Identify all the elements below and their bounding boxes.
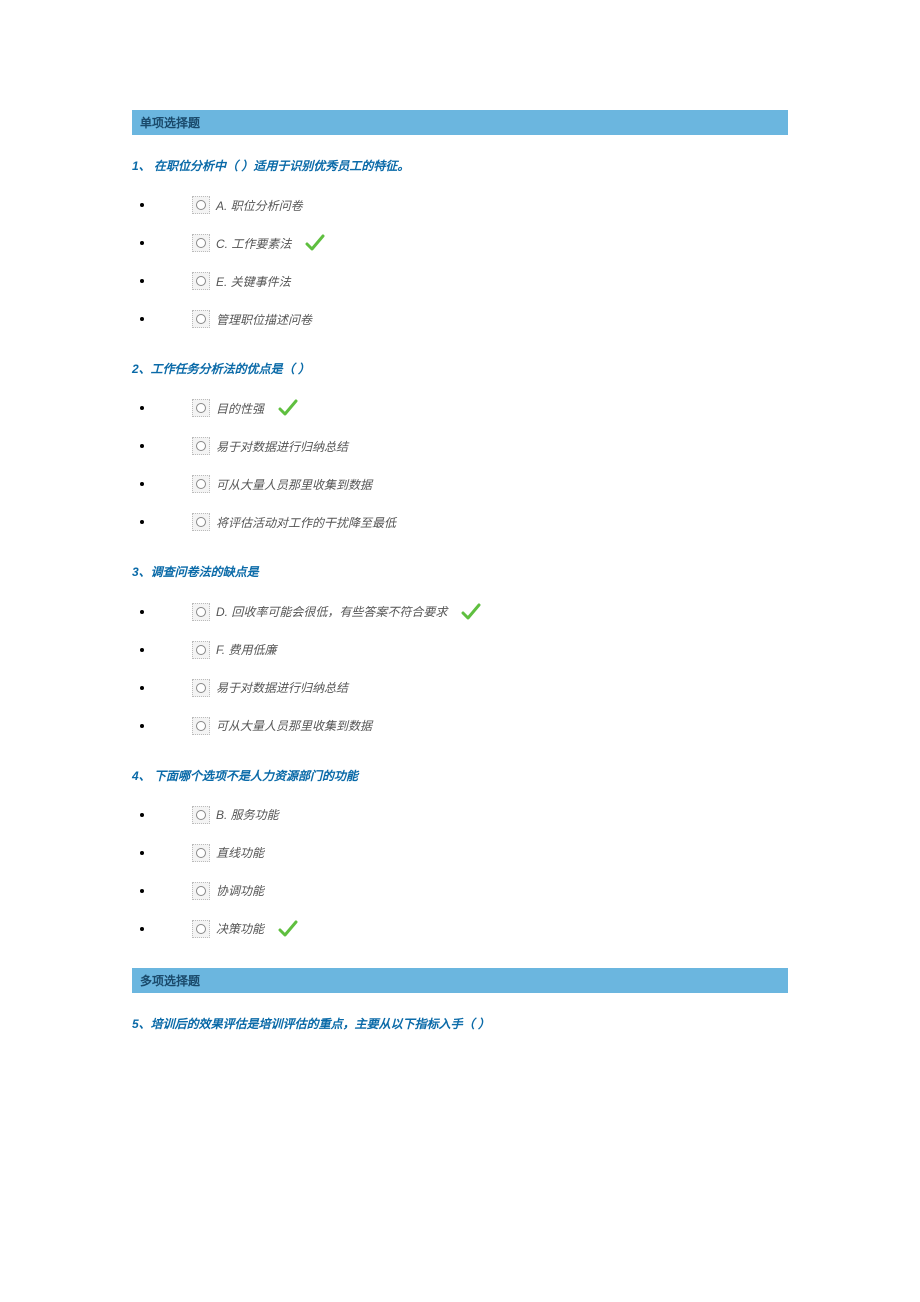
q5-title: 5、培训后的效果评估是培训评估的重点，主要从以下指标入手（ ） <box>132 1015 788 1034</box>
radio-icon <box>196 276 206 286</box>
radio-icon <box>196 314 206 324</box>
q3-options: D. 回收率可能会很低，有些答案不符合要求 F. 费用低廉 易于对数据进行归纳总… <box>0 593 920 745</box>
q2-option-b: 易于对数据进行归纳总结 <box>0 427 920 465</box>
radio-icon <box>196 810 206 820</box>
radio-icon <box>196 721 206 731</box>
q4-options: B. 服务功能 直线功能 协调功能 决策功能 <box>0 796 920 948</box>
radio-button[interactable] <box>192 437 210 455</box>
radio-icon <box>196 238 206 248</box>
radio-button[interactable] <box>192 844 210 862</box>
bullet-icon <box>140 444 144 448</box>
radio-button[interactable] <box>192 272 210 290</box>
option-text: 决策功能 <box>216 920 264 937</box>
checkmark-icon <box>278 399 298 417</box>
option-text: 目的性强 <box>216 400 264 417</box>
radio-icon <box>196 200 206 210</box>
q1-option-d: 管理职位描述问卷 <box>0 300 920 338</box>
radio-button[interactable] <box>192 234 210 252</box>
q3-option-b: F. 费用低廉 <box>0 631 920 669</box>
option-text: 管理职位描述问卷 <box>216 311 312 328</box>
bullet-icon <box>140 520 144 524</box>
bullet-icon <box>140 203 144 207</box>
option-text: 可从大量人员那里收集到数据 <box>216 476 372 493</box>
radio-button[interactable] <box>192 806 210 824</box>
option-text: E. 关键事件法 <box>216 273 291 290</box>
radio-icon <box>196 517 206 527</box>
radio-icon <box>196 886 206 896</box>
q4-title: 4、 下面哪个选项不是人力资源部门的功能 <box>132 767 788 786</box>
q4-option-b: 直线功能 <box>0 834 920 872</box>
radio-button[interactable] <box>192 679 210 697</box>
option-text: A. 职位分析问卷 <box>216 197 303 214</box>
option-text: 直线功能 <box>216 844 264 861</box>
option-text: 协调功能 <box>216 882 264 899</box>
bullet-icon <box>140 648 144 652</box>
bullet-icon <box>140 889 144 893</box>
q2-option-c: 可从大量人员那里收集到数据 <box>0 465 920 503</box>
q3-option-a: D. 回收率可能会很低，有些答案不符合要求 <box>0 593 920 631</box>
radio-icon <box>196 645 206 655</box>
option-text: 易于对数据进行归纳总结 <box>216 679 348 696</box>
radio-button[interactable] <box>192 196 210 214</box>
radio-button[interactable] <box>192 882 210 900</box>
option-text: 易于对数据进行归纳总结 <box>216 438 348 455</box>
bullet-icon <box>140 927 144 931</box>
radio-icon <box>196 607 206 617</box>
checkmark-icon <box>461 603 481 621</box>
radio-icon <box>196 441 206 451</box>
q2-option-a: 目的性强 <box>0 389 920 427</box>
q2-options: 目的性强 易于对数据进行归纳总结 可从大量人员那里收集到数据 将评估活动对工作的… <box>0 389 920 541</box>
radio-icon <box>196 924 206 934</box>
q3-title: 3、调查问卷法的缺点是 <box>132 563 788 582</box>
q4-option-c: 协调功能 <box>0 872 920 910</box>
bullet-icon <box>140 686 144 690</box>
bullet-icon <box>140 482 144 486</box>
q2-option-d: 将评估活动对工作的干扰降至最低 <box>0 503 920 541</box>
radio-button[interactable] <box>192 513 210 531</box>
bullet-icon <box>140 724 144 728</box>
bullet-icon <box>140 813 144 817</box>
q1-option-b: C. 工作要素法 <box>0 224 920 262</box>
option-text: F. 费用低廉 <box>216 641 276 658</box>
checkmark-icon <box>305 234 325 252</box>
radio-button[interactable] <box>192 641 210 659</box>
q1-option-a: A. 职位分析问卷 <box>0 186 920 224</box>
bullet-icon <box>140 317 144 321</box>
section-header-multi: 多项选择题 <box>132 968 788 993</box>
option-text: C. 工作要素法 <box>216 235 291 252</box>
radio-button[interactable] <box>192 475 210 493</box>
q1-title: 1、 在职位分析中（ ）适用于识别优秀员工的特征。 <box>132 157 788 176</box>
bullet-icon <box>140 279 144 283</box>
radio-icon <box>196 403 206 413</box>
bullet-icon <box>140 610 144 614</box>
option-text: 将评估活动对工作的干扰降至最低 <box>216 514 396 531</box>
q3-option-d: 可从大量人员那里收集到数据 <box>0 707 920 745</box>
section-header-single: 单项选择题 <box>132 110 788 135</box>
q3-option-c: 易于对数据进行归纳总结 <box>0 669 920 707</box>
radio-button[interactable] <box>192 603 210 621</box>
bullet-icon <box>140 851 144 855</box>
q1-options: A. 职位分析问卷 C. 工作要素法 E. 关键事件法 管理职位描述问卷 <box>0 186 920 338</box>
q4-option-d: 决策功能 <box>0 910 920 948</box>
option-text: 可从大量人员那里收集到数据 <box>216 717 372 734</box>
q1-option-c: E. 关键事件法 <box>0 262 920 300</box>
bullet-icon <box>140 241 144 245</box>
radio-button[interactable] <box>192 399 210 417</box>
checkmark-icon <box>278 920 298 938</box>
radio-icon <box>196 479 206 489</box>
bullet-icon <box>140 406 144 410</box>
radio-button[interactable] <box>192 920 210 938</box>
radio-icon <box>196 848 206 858</box>
radio-button[interactable] <box>192 717 210 735</box>
option-text: D. 回收率可能会很低，有些答案不符合要求 <box>216 603 447 620</box>
radio-icon <box>196 683 206 693</box>
q2-title: 2、工作任务分析法的优点是（ ） <box>132 360 788 379</box>
q4-option-a: B. 服务功能 <box>0 796 920 834</box>
option-text: B. 服务功能 <box>216 806 279 823</box>
radio-button[interactable] <box>192 310 210 328</box>
